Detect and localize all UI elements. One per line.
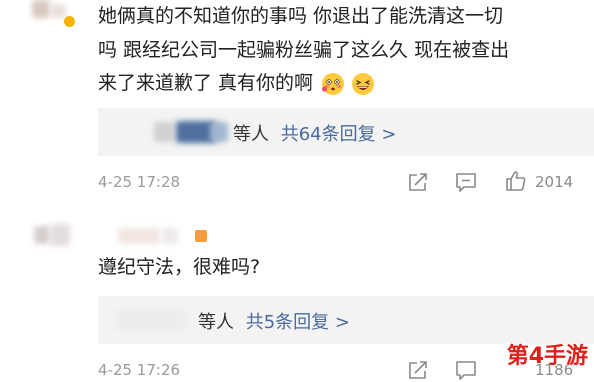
- timestamp: 4-25 17:26: [98, 361, 181, 379]
- site-watermark: 第4手游: [506, 344, 588, 369]
- laughing-face-emoji: [352, 72, 375, 95]
- reply-suffix: 等人: [198, 312, 234, 333]
- like-thumb-icon[interactable]: [504, 169, 528, 193]
- comment-icon[interactable]: [454, 358, 478, 382]
- view-replies-link[interactable]: 共5条回复 >: [246, 312, 350, 333]
- comment-text-line: 遵纪守法，很难吗?: [98, 256, 261, 278]
- like-count: 2014: [535, 173, 574, 191]
- user-badge-icon: [195, 230, 207, 242]
- comment-text-line: 来了来道歉了 真有你的啊: [98, 72, 314, 94]
- flushed-face-emoji: [321, 72, 345, 95]
- comment-text-line: 吗 跟经纪公司一起骗粉丝骗了这么久 现在被查出: [98, 39, 510, 61]
- share-icon[interactable]: [406, 170, 430, 194]
- reply-suffix: 等人: [233, 124, 269, 145]
- comment-text-line: 她俩真的不知道你的事吗 你退出了能洗清这一切: [98, 5, 504, 27]
- verified-badge-icon: [64, 16, 75, 27]
- timestamp: 4-25 17:28: [98, 173, 181, 191]
- view-replies-link[interactable]: 共64条回复 >: [281, 124, 397, 145]
- reply-preview[interactable]: 等人 共5条回复 >: [98, 296, 594, 344]
- comment-icon[interactable]: [454, 170, 478, 194]
- avatar[interactable]: [28, 218, 78, 254]
- reply-preview[interactable]: 等人 共64条回复 >: [98, 108, 594, 156]
- share-icon[interactable]: [406, 358, 430, 382]
